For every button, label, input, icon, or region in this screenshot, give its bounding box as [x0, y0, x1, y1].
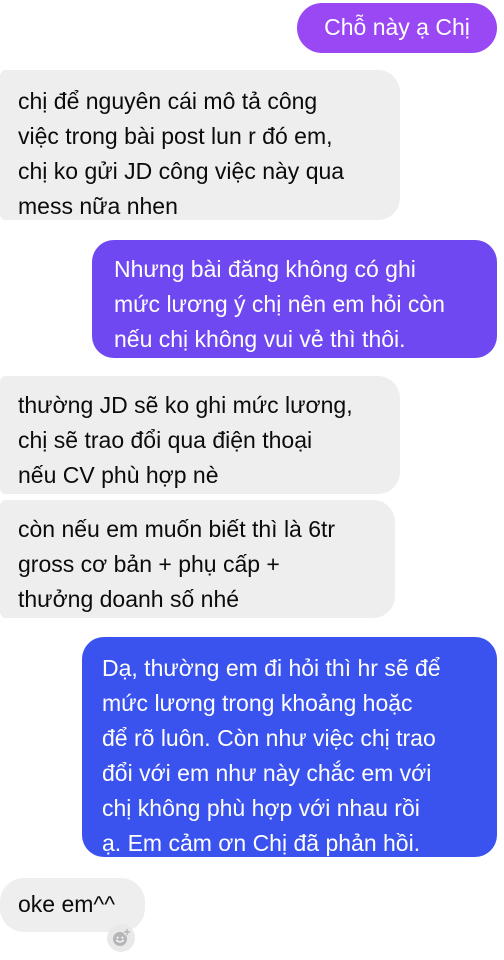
- message-text-line: chị sẽ trao đổi qua điện thoại: [18, 427, 313, 453]
- message-text-line: ạ. Em cảm ơn Chị đã phản hồi.: [102, 830, 421, 856]
- add-reaction-icon: [113, 928, 131, 946]
- message-text-line: Nhưng bài đăng không có ghi: [114, 256, 416, 282]
- message-text-line: chị để nguyên cái mô tả công: [18, 88, 318, 114]
- message-text-line: Chỗ này ạ Chị: [324, 14, 470, 40]
- message-text-line: đổi với em như này chắc em với: [102, 760, 432, 786]
- message-bubble-incoming[interactable]: còn nếu em muốn biết thì là 6tr gross cơ…: [0, 500, 395, 618]
- message-text-line: còn nếu em muốn biết thì là 6tr: [18, 516, 336, 542]
- message-bubble-outgoing[interactable]: Dạ, thường em đi hỏi thì hr sẽ để mức lư…: [82, 637, 497, 857]
- message-text-line: nếu chị không vui vẻ thì thôi.: [114, 326, 406, 352]
- message-bubble-incoming[interactable]: chị để nguyên cái mô tả công việc trong …: [0, 70, 400, 220]
- message-text-line: chị không phù hợp với nhau rồi: [102, 795, 420, 821]
- message-text-line: thường JD sẽ ko ghi mức lương,: [18, 392, 353, 418]
- message-text-line: việc trong bài post lun r đó em,: [18, 123, 333, 149]
- message-text-line: mức lương ý chị nên em hỏi còn: [114, 291, 445, 317]
- message-text-line: gross cơ bản + phụ cấp +: [18, 551, 280, 577]
- message-bubble-outgoing[interactable]: Chỗ này ạ Chị: [297, 3, 497, 53]
- message-text-line: mess nữa nhen: [18, 193, 178, 219]
- message-text-line: để rõ luôn. Còn như việc chị trao: [102, 725, 436, 751]
- message-bubble-incoming[interactable]: thường JD sẽ ko ghi mức lương, chị sẽ tr…: [0, 376, 400, 494]
- message-text-line: Dạ, thường em đi hỏi thì hr sẽ để: [102, 655, 441, 681]
- message-text-line: nếu CV phù hợp nè: [18, 462, 219, 488]
- message-text-line: oke em^^: [18, 891, 116, 917]
- message-text-line: mức lương trong khoảng hoặc: [102, 690, 413, 716]
- message-text-line: thưởng doanh số nhé: [18, 586, 240, 612]
- message-text-line: chị ko gửi JD công việc này qua: [18, 158, 345, 184]
- add-reaction-button[interactable]: [107, 924, 135, 952]
- message-bubble-outgoing[interactable]: Nhưng bài đăng không có ghi mức lương ý …: [92, 240, 497, 358]
